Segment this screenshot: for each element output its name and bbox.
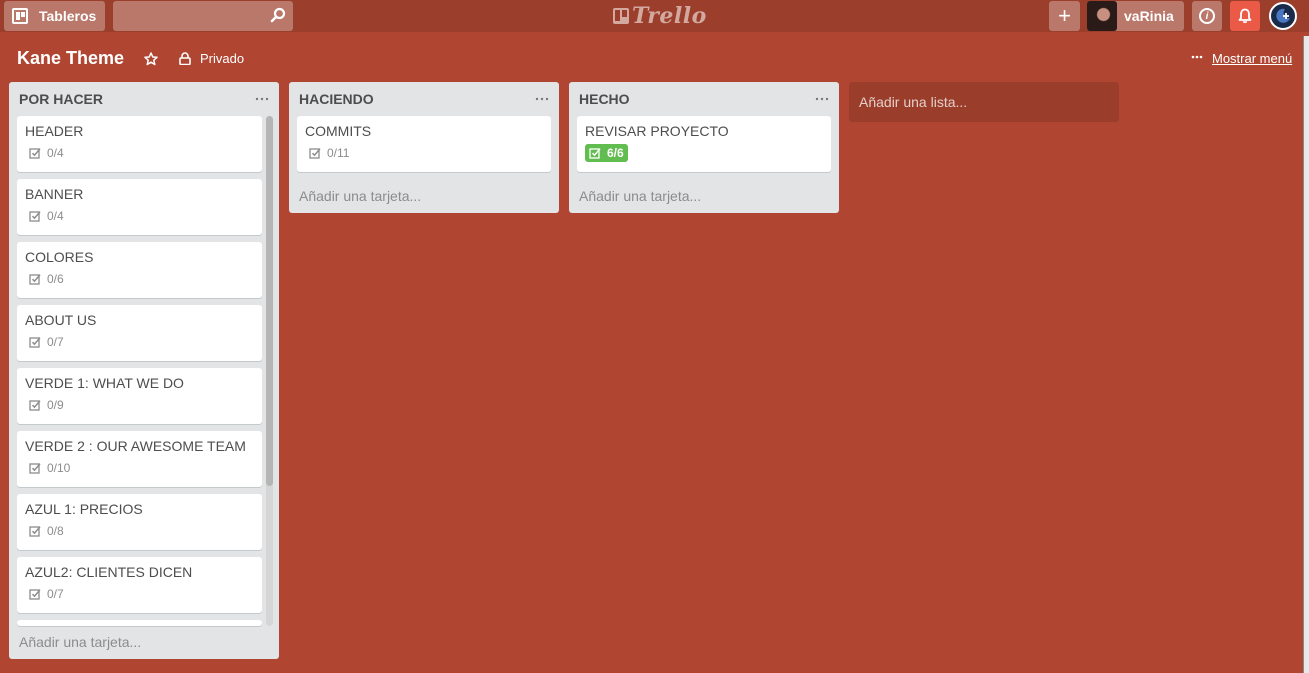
list-header[interactable]: HACIENDO: [289, 82, 559, 116]
checklist-badge: 0/6: [25, 270, 254, 288]
checklist-count: 0/7: [47, 335, 64, 349]
username: vaRinia: [1124, 8, 1174, 24]
checklist-count: 0/7: [47, 587, 64, 601]
card[interactable]: AZUL 1: PRECIOS 0/8: [17, 494, 262, 550]
show-menu-link[interactable]: Mostrar menú: [1212, 51, 1292, 66]
checklist-badge: 0/9: [25, 396, 254, 414]
list-header[interactable]: POR HACER: [9, 82, 279, 116]
member-menu-button[interactable]: vaRinia: [1087, 1, 1184, 31]
checklist-count: 0/4: [47, 146, 64, 160]
card[interactable]: AZUL2: CLIENTES DICEN 0/7: [17, 557, 262, 613]
card-title: VERDE 1: WHAT WE DO: [25, 375, 184, 391]
window-edge: [1303, 36, 1309, 673]
info-icon: i: [1199, 8, 1215, 24]
boards-button-label: Tableros: [39, 8, 97, 24]
trello-logo-icon: [613, 8, 629, 24]
list-scrollbar-thumb[interactable]: [266, 116, 273, 486]
list-hecho: HECHO REVISAR PROYECTO 6/6 Añadir una ta…: [569, 82, 839, 213]
trello-logo-text: Trello: [632, 3, 707, 29]
add-button[interactable]: +: [1049, 1, 1080, 31]
trello-logo[interactable]: Trello: [613, 3, 707, 29]
checkbox-icon: [29, 589, 41, 600]
board-title[interactable]: Kane Theme: [17, 48, 124, 69]
card[interactable]: VERDE 1: WHAT WE DO 0/9: [17, 368, 262, 424]
list-title[interactable]: HECHO: [579, 91, 630, 107]
checklist-count: 0/9: [47, 398, 64, 412]
checklist-badge: 0/7: [25, 585, 254, 603]
checklist-badge: 0/4: [25, 207, 254, 225]
checkbox-icon: [29, 337, 41, 348]
card[interactable]: VERDE 2 : OUR AWESOME TEAM 0/10: [17, 431, 262, 487]
card-title: REVISAR PROYECTO: [585, 123, 729, 139]
card-partial[interactable]: [17, 620, 262, 626]
card-title: AZUL 1: PRECIOS: [25, 501, 143, 517]
bell-icon: [1238, 8, 1252, 24]
search-input[interactable]: [113, 1, 293, 31]
list-title[interactable]: HACIENDO: [299, 91, 374, 107]
card-title: COLORES: [25, 249, 94, 265]
card-title: BANNER: [25, 186, 84, 202]
moon-plus-icon: [1276, 8, 1290, 23]
checkbox-icon: [589, 148, 601, 159]
settings-button[interactable]: [1269, 2, 1297, 30]
top-bar: Tableros Trello + vaRinia i: [0, 0, 1309, 32]
list-title[interactable]: POR HACER: [19, 91, 103, 107]
checkbox-icon: [309, 148, 321, 159]
checkbox-icon: [29, 274, 41, 285]
card-title: VERDE 2 : OUR AWESOME TEAM: [25, 438, 246, 454]
notifications-button[interactable]: [1230, 1, 1260, 31]
card[interactable]: ABOUT US 0/7: [17, 305, 262, 361]
checklist-count: 0/11: [327, 146, 350, 160]
card[interactable]: BANNER 0/4: [17, 179, 262, 235]
lock-icon[interactable]: [179, 52, 191, 65]
checklist-badge: 0/7: [25, 333, 254, 351]
checklist-badge: 0/4: [25, 144, 254, 162]
checkbox-icon: [29, 400, 41, 411]
card-title: COMMITS: [305, 123, 372, 139]
list-haciendo: HACIENDO COMMITS 0/11 Añadir una tarjeta…: [289, 82, 559, 213]
list-menu-icon[interactable]: [255, 97, 269, 101]
add-card-button[interactable]: Añadir una tarjeta...: [579, 188, 701, 204]
star-icon[interactable]: [144, 52, 158, 66]
avatar: [1087, 1, 1117, 31]
boards-button[interactable]: Tableros: [4, 1, 105, 31]
checklist-count: 6/6: [607, 146, 624, 160]
checklist-badge: 0/8: [25, 522, 254, 540]
privacy-label[interactable]: Privado: [200, 51, 244, 66]
checklist-count: 0/4: [47, 209, 64, 223]
card[interactable]: HEADER 0/4: [17, 116, 262, 172]
checkbox-icon: [29, 463, 41, 474]
list-header[interactable]: HECHO: [569, 82, 839, 116]
card-title: ABOUT US: [25, 312, 97, 328]
card[interactable]: COLORES 0/6: [17, 242, 262, 298]
card-title: HEADER: [25, 123, 84, 139]
more-icon[interactable]: [1191, 51, 1203, 63]
list-por-hacer: POR HACER HEADER 0/4 BANNER 0/4 COLORES …: [9, 82, 279, 659]
checkbox-icon: [29, 526, 41, 537]
list-menu-icon[interactable]: [815, 97, 829, 101]
checklist-badge: 0/10: [25, 459, 254, 477]
info-button[interactable]: i: [1192, 1, 1222, 31]
search-icon[interactable]: [270, 7, 286, 23]
checklist-count: 0/6: [47, 272, 64, 286]
checklist-count: 0/8: [47, 524, 64, 538]
checklist-count: 0/10: [47, 461, 71, 475]
checklist-badge: 0/11: [305, 144, 543, 162]
card[interactable]: COMMITS 0/11: [297, 116, 551, 172]
list-menu-icon[interactable]: [535, 97, 549, 101]
boards-icon: [12, 8, 28, 24]
add-card-button[interactable]: Añadir una tarjeta...: [19, 634, 141, 650]
plus-icon: +: [1058, 3, 1071, 28]
card-title: AZUL2: CLIENTES DICEN: [25, 564, 193, 580]
add-card-button[interactable]: Añadir una tarjeta...: [299, 188, 421, 204]
card[interactable]: REVISAR PROYECTO 6/6: [577, 116, 831, 172]
checklist-complete-badge: 6/6: [585, 144, 628, 162]
add-list-button[interactable]: Añadir una lista...: [849, 82, 1119, 122]
checkbox-icon: [29, 211, 41, 222]
checkbox-icon: [29, 148, 41, 159]
